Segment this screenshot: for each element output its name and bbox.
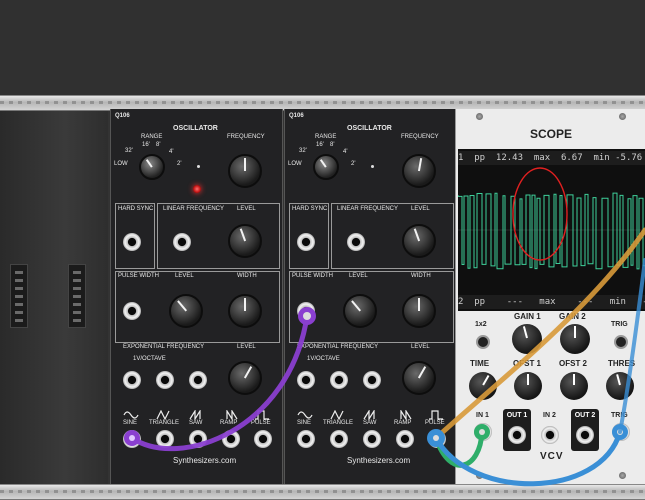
cable-purple[interactable] [124, 307, 316, 452]
cable-orange[interactable] [433, 227, 645, 441]
patch-cables [124, 227, 645, 487]
cable-blue-2[interactable] [618, 258, 645, 434]
cable-blue[interactable] [427, 424, 628, 487]
